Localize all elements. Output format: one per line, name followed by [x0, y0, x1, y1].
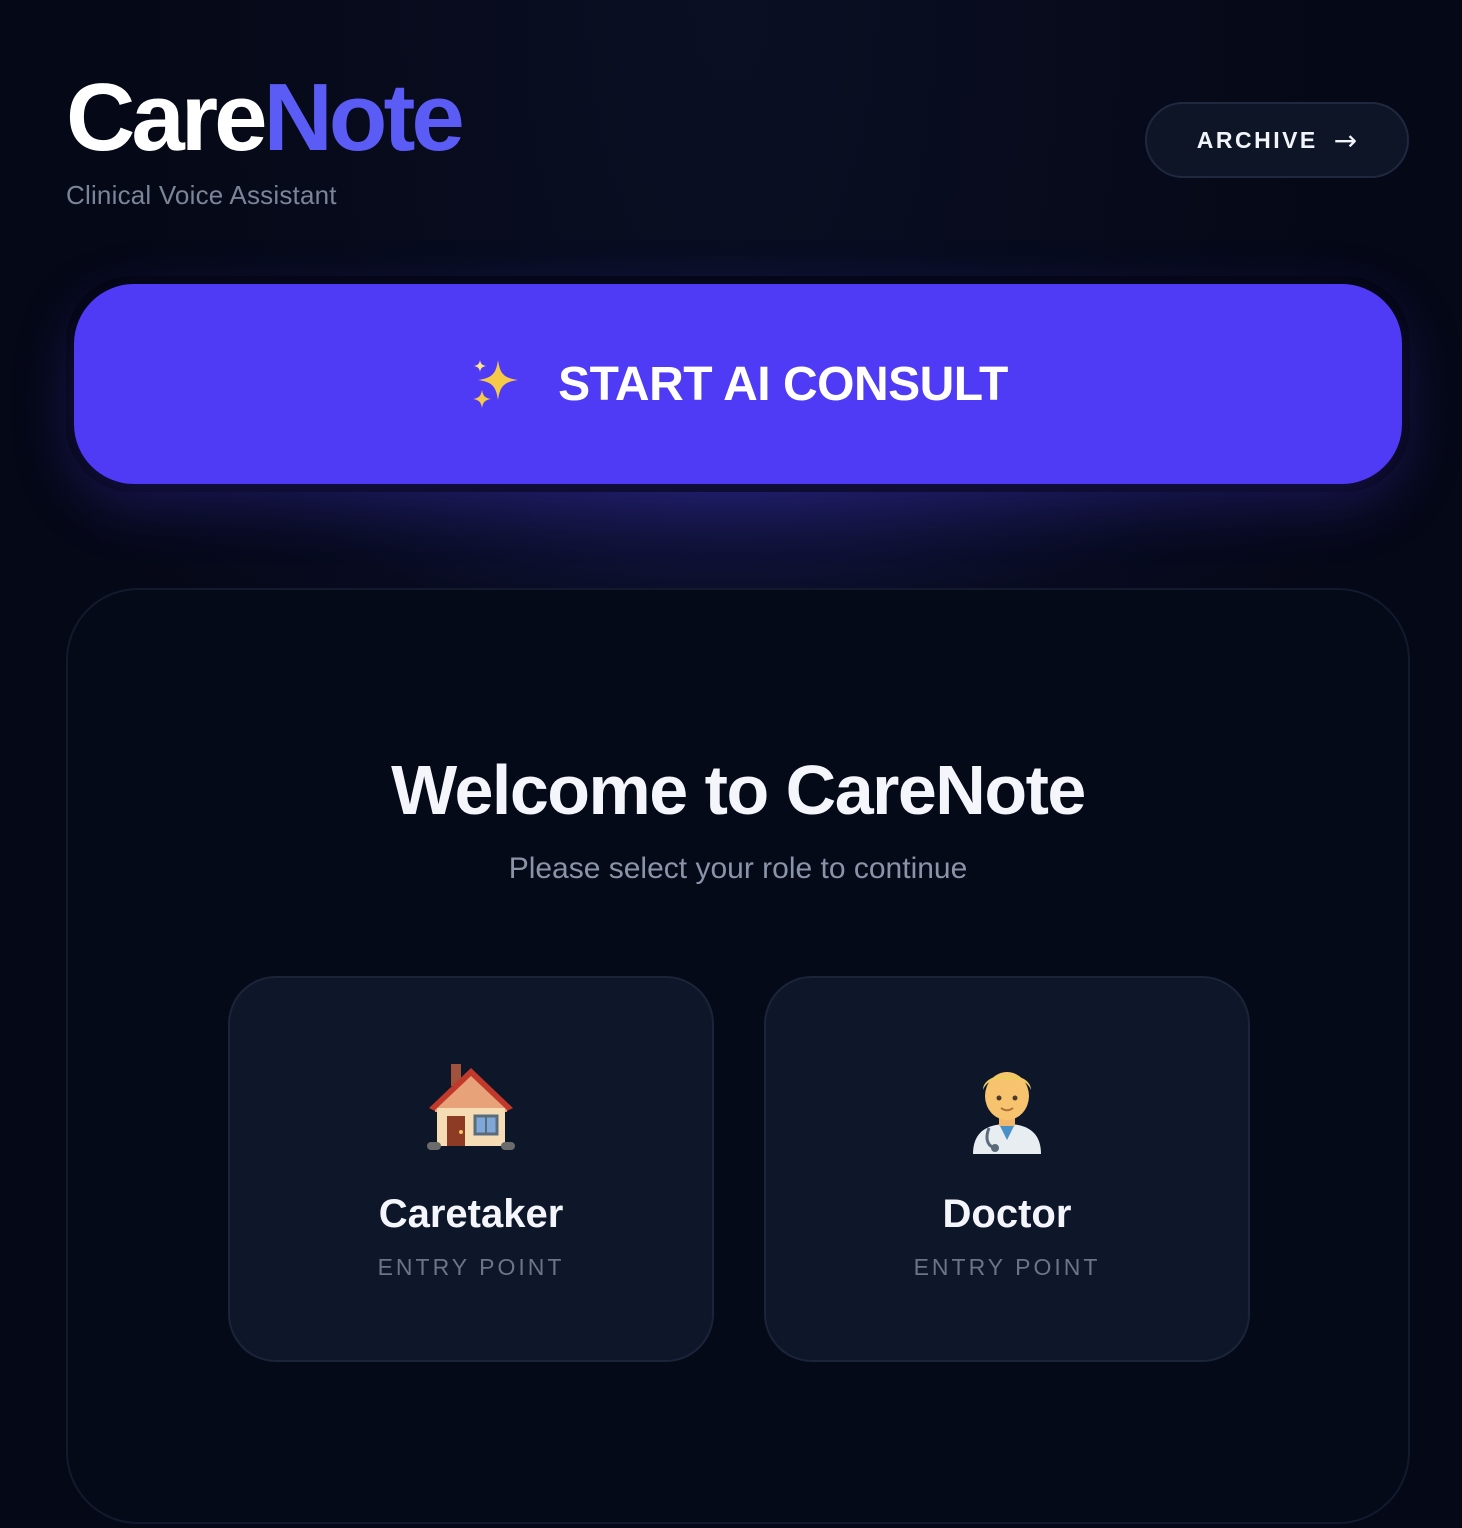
house-icon — [423, 1058, 519, 1154]
consult-label: START AI CONSULT — [558, 357, 1008, 411]
tagline: Clinical Voice Assistant — [66, 180, 337, 210]
brand: CareNote Clinical Voice Assistant — [66, 70, 465, 211]
welcome-title: Welcome to CareNote — [391, 751, 1086, 829]
role-subtitle-doctor: ENTRY POINT — [913, 1254, 1101, 1280]
role-card-doctor[interactable]: Doctor ENTRY POINT — [764, 976, 1250, 1362]
role-card-caretaker[interactable]: Caretaker ENTRY POINT — [228, 976, 714, 1362]
logo-note: Note — [263, 64, 464, 171]
role-name-caretaker: Caretaker — [378, 1192, 564, 1236]
role-name-doctor: Doctor — [942, 1192, 1072, 1236]
archive-label: ARCHIVE — [1196, 126, 1318, 153]
role-subtitle-caretaker: ENTRY POINT — [377, 1254, 565, 1280]
welcome-card: Welcome to CareNote Please select your r… — [66, 588, 1410, 1524]
logo: CareNote — [66, 70, 465, 166]
archive-button[interactable]: ARCHIVE → — [1145, 102, 1409, 178]
page: CareNote Clinical Voice Assistant ARCHIV… — [0, 0, 1462, 1528]
welcome-subtitle: Please select your role to continue — [508, 852, 968, 885]
sparkles-icon — [468, 354, 528, 414]
start-ai-consult-button[interactable]: START AI CONSULT — [74, 284, 1402, 484]
logo-care: Care — [66, 64, 267, 171]
doctor-icon — [959, 1058, 1055, 1154]
arrow-right-icon: → — [1333, 123, 1358, 157]
